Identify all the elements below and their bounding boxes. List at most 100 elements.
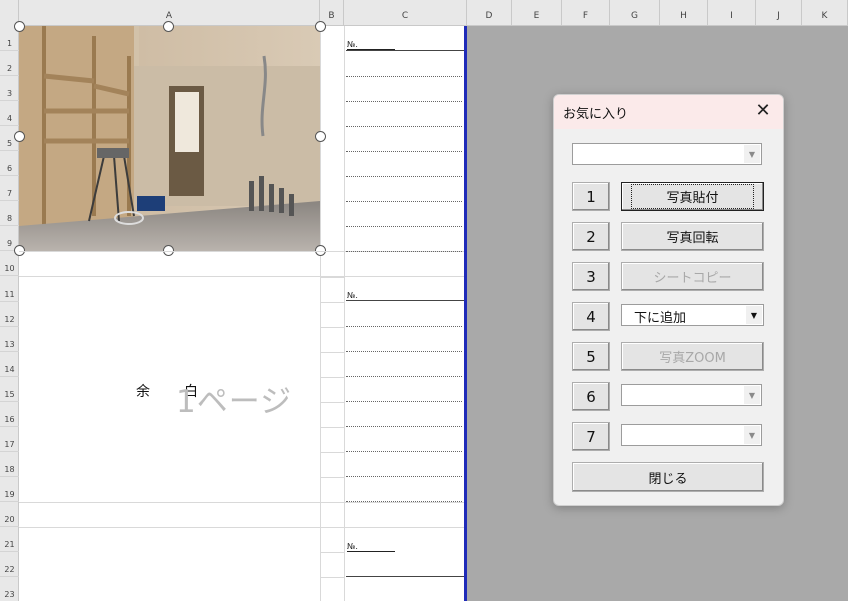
gridline-h xyxy=(320,376,344,378)
number-button-2[interactable]: 2 xyxy=(572,222,610,251)
row-header-13[interactable]: 13 xyxy=(0,327,19,352)
column-header-g[interactable]: G xyxy=(610,0,660,26)
dotted-rule xyxy=(346,176,462,177)
column-header-j[interactable]: J xyxy=(756,0,802,26)
row-header-8[interactable]: 8 xyxy=(0,201,19,227)
gridline-h xyxy=(19,527,464,528)
dotted-rule xyxy=(346,101,462,102)
gridline-h xyxy=(19,502,464,503)
row-header-11[interactable]: 11 xyxy=(0,277,19,302)
gridline-b-c xyxy=(344,26,345,601)
close-icon[interactable]: ✕ xyxy=(752,101,774,123)
resize-handle-top-right[interactable] xyxy=(315,21,326,32)
row-header-18[interactable]: 18 xyxy=(0,452,19,477)
photo-zoom-button[interactable]: 写真ZOOM xyxy=(621,342,764,371)
column-header-bar: A B C D E F G H I J K xyxy=(0,0,848,26)
gridline-h xyxy=(19,276,464,277)
insert-position-value: 下に追加 xyxy=(634,311,687,326)
row-header-21[interactable]: 21 xyxy=(0,527,19,552)
number-button-5[interactable]: 5 xyxy=(572,342,610,371)
number-label-3: №. xyxy=(347,542,395,552)
row-header-bar: 1 2 3 4 5 6 7 8 9 10 11 12 13 14 15 16 17 18 19 20 21 22 23 xyxy=(0,26,19,601)
number-button-7[interactable]: 7 xyxy=(572,422,610,451)
dialog-title: お気に入り xyxy=(563,106,629,122)
chevron-down-icon[interactable]: ▼ xyxy=(744,426,760,444)
dotted-rule xyxy=(346,126,462,127)
close-button[interactable]: 閉じる xyxy=(572,462,764,492)
row-header-2[interactable]: 2 xyxy=(0,51,19,77)
dotted-rule xyxy=(346,201,462,202)
column-header-i[interactable]: I xyxy=(708,0,756,26)
row-header-16[interactable]: 16 xyxy=(0,402,19,427)
dotted-rule xyxy=(346,251,462,252)
gridline-h xyxy=(320,351,344,353)
yohaku-left-char: 余 xyxy=(136,384,150,400)
gridline-h xyxy=(320,527,344,528)
row-header-3[interactable]: 3 xyxy=(0,76,19,102)
solid-rule xyxy=(346,300,464,301)
gridline-h xyxy=(320,577,344,579)
dotted-rule xyxy=(346,226,462,227)
dotted-rule xyxy=(346,76,462,77)
gridline-a-b xyxy=(320,26,321,601)
favorites-combo[interactable]: ▼ xyxy=(572,143,762,165)
rotate-photo-button[interactable]: 写真回転 xyxy=(621,222,764,251)
chevron-down-icon[interactable]: ▼ xyxy=(744,386,760,404)
row-header-6[interactable]: 6 xyxy=(0,151,19,177)
column-header-h[interactable]: H xyxy=(660,0,708,26)
dotted-rule xyxy=(346,451,462,452)
row-header-14[interactable]: 14 xyxy=(0,352,19,377)
construction-photo[interactable] xyxy=(19,26,320,251)
dotted-rule xyxy=(346,326,462,327)
print-area-border xyxy=(464,26,467,601)
worksheet-grid[interactable]: 余 白 1ページ №. №. №. xyxy=(14,21,467,601)
resize-handle-right[interactable] xyxy=(315,131,326,142)
paste-photo-button[interactable]: 写真貼付 xyxy=(621,182,764,211)
dialog-title-bar[interactable]: お気に入り ✕ xyxy=(554,95,783,129)
row-header-17[interactable]: 17 xyxy=(0,427,19,452)
number-label-1: №. xyxy=(347,40,395,50)
dotted-rule xyxy=(346,351,462,352)
sheet-copy-button[interactable]: シートコピー xyxy=(621,262,764,291)
insert-position-combo[interactable]: 下に追加 ▼ xyxy=(621,304,764,326)
dotted-rule xyxy=(346,376,462,377)
gridline-h xyxy=(320,276,344,278)
row-header-20[interactable]: 20 xyxy=(0,502,19,527)
dotted-rule xyxy=(346,426,462,427)
construction-photo-image xyxy=(19,26,320,251)
resize-handle-left[interactable] xyxy=(14,131,25,142)
row-header-12[interactable]: 12 xyxy=(0,302,19,327)
gridline-h xyxy=(320,301,344,303)
dotted-rule xyxy=(346,401,462,402)
number-button-1[interactable]: 1 xyxy=(572,182,610,211)
paste-photo-label: 写真貼付 xyxy=(631,184,754,209)
gridline-h xyxy=(320,326,344,328)
resize-handle-top-left[interactable] xyxy=(14,21,25,32)
option-combo-6[interactable]: ▼ xyxy=(621,384,762,406)
row-header-19[interactable]: 19 xyxy=(0,477,19,502)
resize-handle-top[interactable] xyxy=(163,21,174,32)
row-header-15[interactable]: 15 xyxy=(0,377,19,402)
favorites-dialog: お気に入り ✕ ▼ 1 写真貼付 2 写真回転 3 シートコピー 4 下に追加 … xyxy=(553,94,784,506)
option-combo-7[interactable]: ▼ xyxy=(621,424,762,446)
number-button-4[interactable]: 4 xyxy=(572,302,610,331)
gridline-h xyxy=(320,552,344,554)
number-button-6[interactable]: 6 xyxy=(572,382,610,411)
column-header-e[interactable]: E xyxy=(512,0,562,26)
row-header-23[interactable]: 23 xyxy=(0,577,19,601)
number-button-3[interactable]: 3 xyxy=(572,262,610,291)
column-header-d[interactable]: D xyxy=(467,0,512,26)
gridline-h xyxy=(320,476,344,478)
gridline-h xyxy=(320,401,344,403)
dotted-rule xyxy=(346,501,462,502)
column-header-c[interactable]: C xyxy=(344,0,467,26)
chevron-down-icon[interactable]: ▼ xyxy=(746,306,762,324)
row-header-22[interactable]: 22 xyxy=(0,552,19,578)
row-header-4[interactable]: 4 xyxy=(0,101,19,127)
column-header-f[interactable]: F xyxy=(562,0,610,26)
column-header-k[interactable]: K xyxy=(802,0,848,26)
dotted-rule xyxy=(346,151,462,152)
chevron-down-icon[interactable]: ▼ xyxy=(744,145,760,163)
row-header-7[interactable]: 7 xyxy=(0,176,19,202)
gridline-h xyxy=(320,426,344,428)
